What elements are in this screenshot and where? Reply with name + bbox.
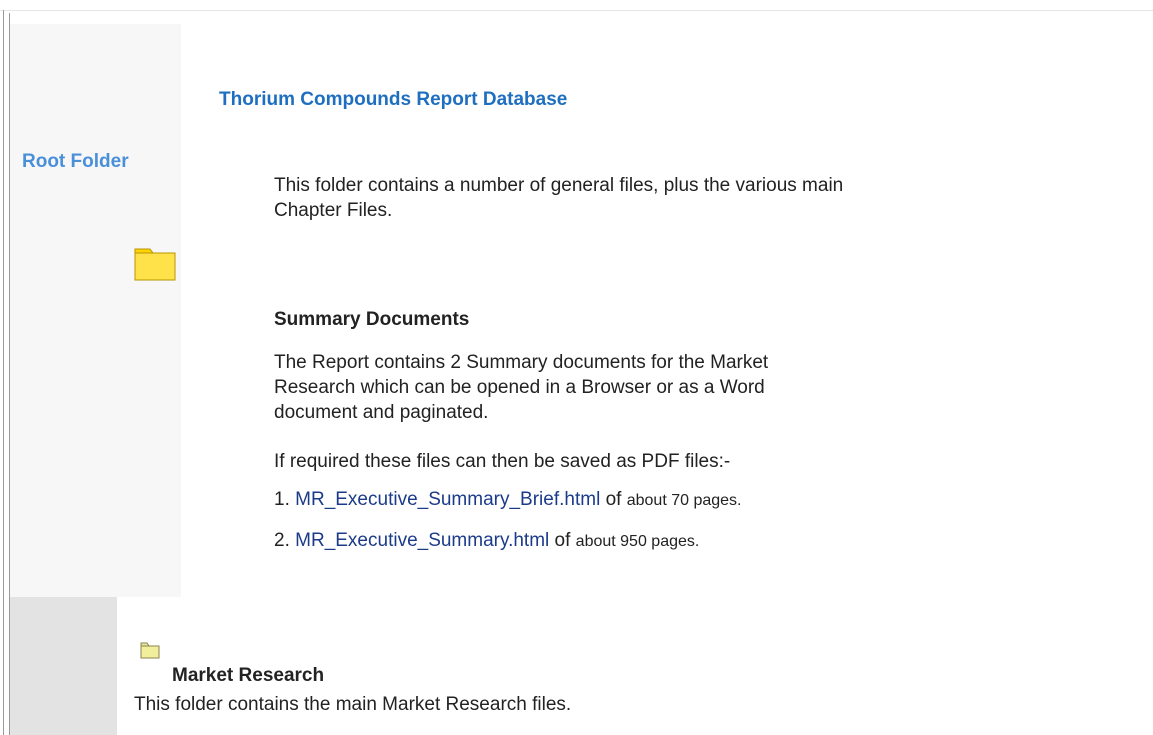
of-text: of	[605, 489, 622, 510]
required-text: If required these files can then be save…	[274, 451, 731, 472]
market-research-heading: Market Research	[172, 665, 325, 686]
executive-summary-brief-link[interactable]: MR_Executive_Summary_Brief.html	[295, 489, 600, 510]
summary-heading: Summary Documents	[274, 309, 470, 330]
market-research-text: This folder contains the main Market Res…	[134, 694, 572, 715]
of-text: of	[554, 530, 571, 551]
list-number: 1.	[274, 489, 290, 510]
bottom-left-column	[10, 597, 117, 735]
list-item: 2. MR_Executive_Summary.html of about 95…	[274, 530, 699, 552]
folder-icon[interactable]	[140, 641, 160, 659]
executive-summary-link[interactable]: MR_Executive_Summary.html	[295, 530, 549, 551]
left-column	[10, 24, 181, 597]
folder-icon[interactable]	[134, 245, 176, 281]
report-title: Thorium Compounds Report Database	[219, 89, 568, 110]
list-item: 1. MR_Executive_Summary_Brief.html of ab…	[274, 489, 741, 511]
root-folder-label: Root Folder	[22, 151, 129, 172]
summary-text: The Report contains 2 Summary documents …	[274, 352, 769, 423]
page-count: about 70 pages.	[626, 492, 742, 509]
intro-text: This folder contains a number of general…	[274, 175, 844, 221]
page-count: about 950 pages.	[575, 533, 700, 550]
list-number: 2.	[274, 530, 290, 551]
